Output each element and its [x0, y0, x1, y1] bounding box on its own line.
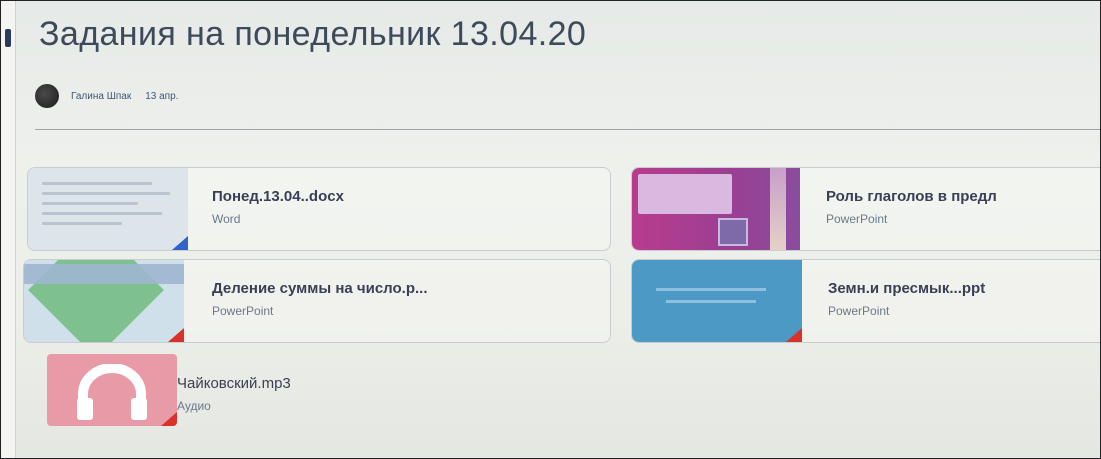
attachment-card-pptx-2[interactable]: Деление суммы на число.p... PowerPoint: [23, 259, 611, 343]
word-corner-icon: [172, 236, 188, 250]
edge-marker: [5, 29, 11, 47]
attachment-type: PowerPoint: [212, 304, 274, 318]
attachment-name: Роль глаголов в предл: [826, 188, 997, 205]
audio-thumbnail: [47, 354, 177, 426]
word-doc-thumbnail: [28, 168, 188, 250]
author-avatar[interactable]: [35, 84, 59, 108]
powerpoint-corner-icon: [168, 328, 184, 342]
attachment-name: Чайковский.mp3: [177, 375, 291, 392]
powerpoint-thumbnail: [24, 260, 184, 342]
attachment-type: PowerPoint: [828, 304, 890, 318]
attachment-name: Деление суммы на число.p...: [212, 280, 428, 297]
attachment-name: Земн.и пресмык...ppt: [828, 280, 986, 297]
powerpoint-corner-icon: [786, 328, 802, 342]
attachment-type: Аудио: [177, 399, 211, 413]
post-meta: Галина Шпак 13 апр.: [35, 84, 179, 108]
attachment-card-ppt[interactable]: Земн.и пресмык...ppt PowerPoint: [631, 259, 1100, 343]
headphones-icon: [77, 364, 147, 420]
attachment-type: Word: [212, 212, 241, 226]
divider: [35, 129, 1100, 130]
left-edge-panel: [1, 1, 16, 458]
attachment-card-docx[interactable]: Понед.13.04..docx Word: [27, 167, 611, 251]
powerpoint-thumbnail: [632, 260, 802, 342]
attachment-name: Понед.13.04..docx: [212, 188, 344, 205]
powerpoint-thumbnail: [632, 168, 800, 250]
post-title: Задания на понедельник 13.04.20: [39, 15, 587, 53]
post-date: 13 апр.: [145, 90, 179, 102]
audio-corner-icon: [161, 412, 177, 426]
attachment-card-mp3[interactable]: Чайковский.mp3 Аудио: [31, 349, 611, 435]
author-name[interactable]: Галина Шпак: [71, 91, 131, 102]
attachment-card-pptx-1[interactable]: Роль глаголов в предл PowerPoint: [631, 167, 1100, 251]
classroom-post-view: Задания на понедельник 13.04.20 Галина Ш…: [0, 0, 1101, 459]
attachment-type: PowerPoint: [826, 212, 888, 226]
